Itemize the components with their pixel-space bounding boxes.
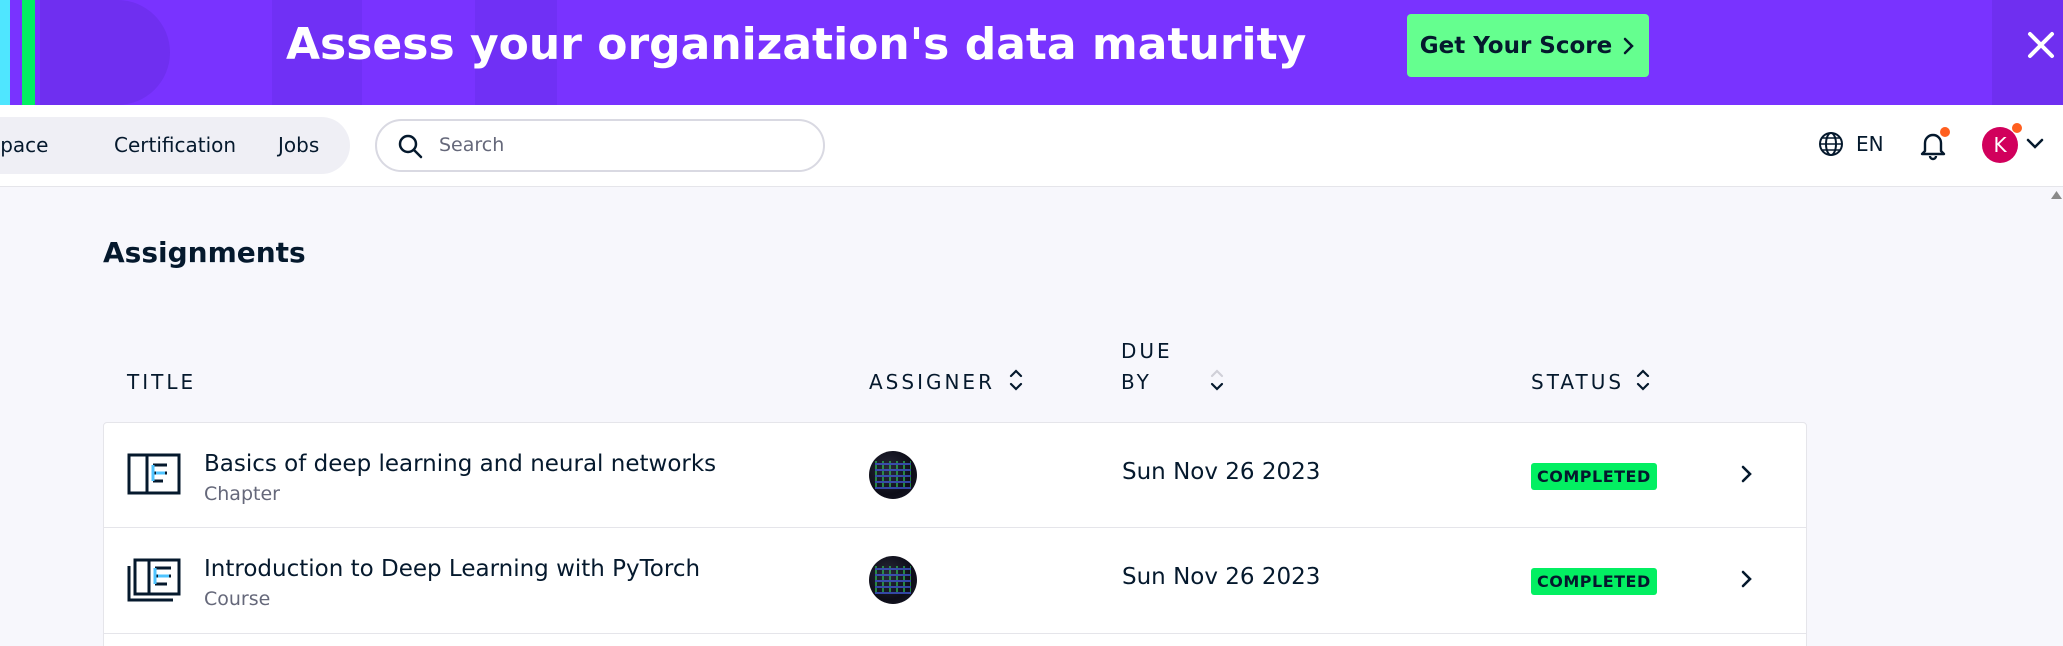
- search-box[interactable]: [375, 119, 825, 172]
- nav-item-jobs[interactable]: Jobs: [278, 133, 319, 157]
- nav-item-workspace[interactable]: rkspace: [0, 133, 48, 157]
- nav-item-certification[interactable]: Certification: [114, 133, 236, 157]
- search-icon: [398, 134, 423, 159]
- table-row[interactable]: [103, 634, 1807, 646]
- get-score-label: Get Your Score: [1419, 32, 1613, 59]
- assignment-title[interactable]: Basics of deep learning and neural netwo…: [204, 451, 716, 477]
- language-label: EN: [1856, 132, 1884, 156]
- due-date: Sun Nov 26 2023: [1122, 564, 1321, 590]
- banner-decoration: [0, 0, 10, 105]
- status-badge: COMPLETED: [1531, 568, 1657, 595]
- table-row[interactable]: Basics of deep learning and neural netwo…: [103, 422, 1807, 528]
- nav-links: rkspace Certification Jobs: [0, 117, 350, 174]
- assigner-avatar: [869, 556, 917, 604]
- column-header-due-line2[interactable]: BY: [1121, 370, 1152, 394]
- assigner-avatar: [869, 451, 917, 499]
- column-header-assigner[interactable]: ASSIGNER: [869, 370, 995, 394]
- search-input[interactable]: [439, 130, 799, 160]
- assignment-type: Chapter: [204, 483, 280, 505]
- top-nav: rkspace Certification Jobs EN K: [0, 105, 2063, 187]
- promo-banner: Assess your organization's data maturity…: [0, 0, 2063, 105]
- sort-icon[interactable]: [1635, 366, 1651, 394]
- course-icon: [127, 558, 181, 602]
- chevron-right-icon[interactable]: [1740, 568, 1754, 590]
- assignment-type: Course: [204, 588, 271, 610]
- chapter-icon: [127, 453, 181, 495]
- avatar-initial: K: [1993, 133, 2007, 157]
- column-header-status[interactable]: STATUS: [1531, 370, 1624, 394]
- avatar[interactable]: K: [1982, 127, 2018, 163]
- globe-icon: [1819, 132, 1843, 156]
- column-header-title: TITLE: [127, 370, 197, 394]
- notification-dot: [1940, 127, 1950, 137]
- table-row[interactable]: Introduction to Deep Learning with PyTor…: [103, 528, 1807, 634]
- sort-descending-icon[interactable]: [1209, 366, 1225, 394]
- get-score-button[interactable]: Get Your Score: [1407, 14, 1649, 77]
- avatar-notification-dot: [2012, 123, 2022, 133]
- banner-title: Assess your organization's data maturity: [286, 19, 1307, 70]
- banner-decoration: [40, 0, 170, 105]
- language-selector[interactable]: EN: [1818, 131, 1884, 157]
- assignment-title[interactable]: Introduction to Deep Learning with PyTor…: [204, 556, 700, 582]
- column-header-due-line1[interactable]: DUE: [1121, 339, 1173, 363]
- page-title: Assignments: [103, 236, 306, 269]
- chevron-right-icon[interactable]: [1740, 463, 1754, 485]
- due-date: Sun Nov 26 2023: [1122, 459, 1321, 485]
- chevron-down-icon[interactable]: [2026, 137, 2044, 151]
- sort-icon[interactable]: [1008, 366, 1024, 394]
- chevron-right-icon: [1624, 37, 1635, 54]
- notifications-button[interactable]: [1918, 127, 1950, 163]
- close-icon[interactable]: [2024, 28, 2058, 62]
- scroll-up-arrow[interactable]: [2050, 190, 2063, 200]
- status-badge: COMPLETED: [1531, 463, 1657, 490]
- banner-decoration: [22, 0, 35, 105]
